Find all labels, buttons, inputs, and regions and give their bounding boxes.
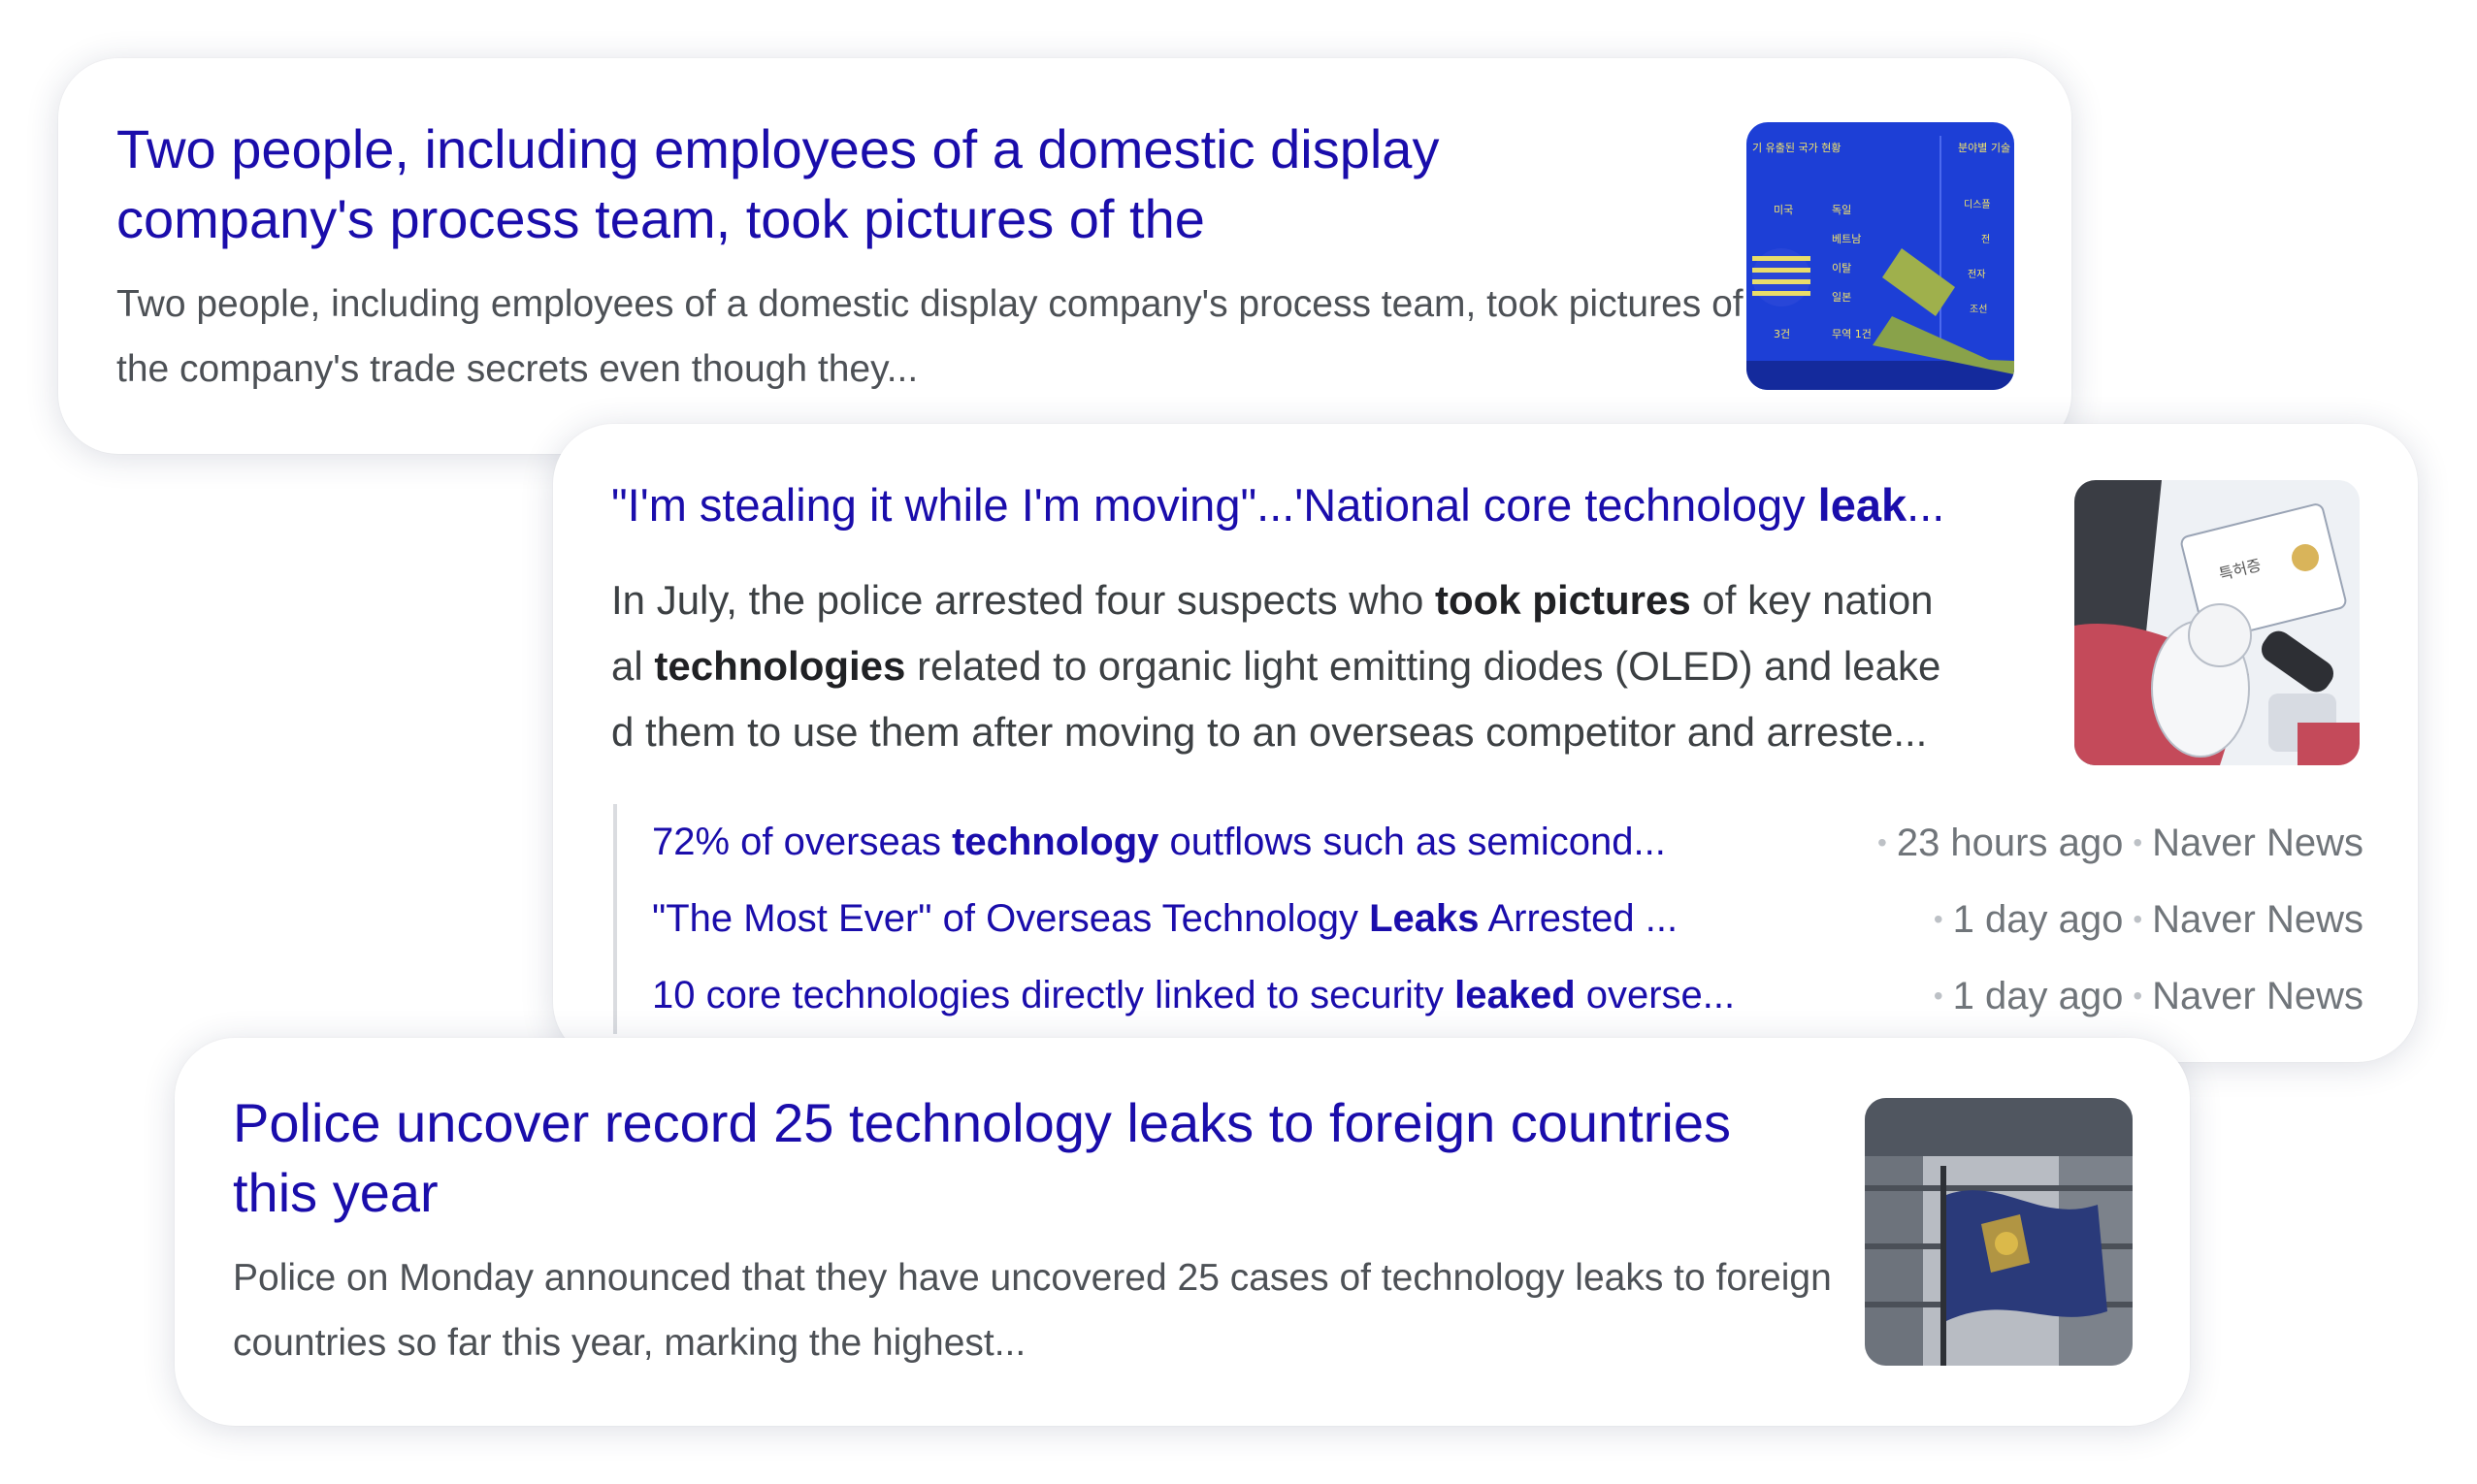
thumb-right-label: 디스플 xyxy=(1964,199,1991,210)
snippet-highlight: took pictures xyxy=(1434,577,1691,623)
title-text: ... xyxy=(1907,479,1945,531)
thumb-row-label: 3건 xyxy=(1774,328,1790,340)
story-source: Naver News xyxy=(2152,975,2363,1017)
thumb-row-label: 독일 xyxy=(1832,203,1851,216)
thumb-row-label: 일본 xyxy=(1832,290,1851,304)
result-title[interactable]: Police uncover record 25 technology leak… xyxy=(233,1088,1785,1228)
related-story[interactable]: 10 core technologies directly linked to … xyxy=(617,957,2363,1034)
result-thumbnail[interactable]: 기 유출된 국가 현황 분야별 기술 유 미국 독일 베트남 이탈 일본 3건 … xyxy=(1746,122,2014,390)
related-story-link[interactable]: "The Most Ever" of Overseas Technology L… xyxy=(652,881,1678,957)
story-source: Naver News xyxy=(2152,898,2363,941)
news-result-card[interactable]: Two people, including employees of a dom… xyxy=(58,58,2071,454)
police-flag-photo xyxy=(1865,1098,2133,1366)
story-time: 1 day ago xyxy=(1952,898,2124,941)
infographic-image: 기 유출된 국가 현황 분야별 기술 유 미국 독일 베트남 이탈 일본 3건 … xyxy=(1746,122,2014,390)
illustration-image: 특허증 xyxy=(2074,480,2360,765)
related-story[interactable]: "The Most Ever" of Overseas Technology L… xyxy=(617,881,2363,957)
result-snippet: Police on Monday announced that they hav… xyxy=(233,1257,1832,1364)
story-time: 23 hours ago xyxy=(1896,822,2124,864)
related-story-link[interactable]: 72% of overseas technology outflows such… xyxy=(652,804,1666,881)
title-highlight: leak xyxy=(1817,479,1907,531)
result-title[interactable]: "I'm stealing it while I'm moving"...'Na… xyxy=(611,478,2086,532)
result-thumbnail[interactable] xyxy=(1865,1098,2133,1366)
snippet-highlight: technologies xyxy=(654,643,906,689)
story-time: 1 day ago xyxy=(1952,975,2124,1017)
thumb-row-label: 무역 1건 xyxy=(1832,328,1872,340)
thumb-row-label: 이탈 xyxy=(1832,262,1851,274)
related-story-meta: • 1 day ago • Naver News xyxy=(1933,898,2363,941)
thumb-header-left: 기 유출된 국가 현황 xyxy=(1752,142,1841,154)
related-story-meta: • 23 hours ago • Naver News xyxy=(1877,822,2363,864)
snippet-line: d them to use them after moving to an ov… xyxy=(611,709,1928,755)
thumb-header-right: 분야별 기술 유 xyxy=(1958,142,2014,154)
thumb-right-label: 전자 xyxy=(1968,269,1985,280)
related-story[interactable]: 72% of overseas technology outflows such… xyxy=(617,804,2363,881)
news-result-card[interactable]: Police uncover record 25 technology leak… xyxy=(175,1038,2190,1426)
result-title[interactable]: Two people, including employees of a dom… xyxy=(116,114,1669,254)
result-snippet: In July, the police arrested four suspec… xyxy=(611,567,2096,765)
related-story-link[interactable]: 10 core technologies directly linked to … xyxy=(652,957,1735,1034)
result-snippet: Two people, including employees of a dom… xyxy=(116,283,1744,390)
result-thumbnail[interactable]: 특허증 xyxy=(2074,480,2360,765)
thumb-right-label: 전 xyxy=(1981,234,1990,245)
snippet-line: al technologies related to organic light… xyxy=(611,643,1941,689)
snippet-line: In July, the police arrested four suspec… xyxy=(611,577,1934,623)
thumb-row-label: 베트남 xyxy=(1832,233,1861,245)
thumb-row-label: 미국 xyxy=(1774,204,1793,216)
related-stories: 72% of overseas technology outflows such… xyxy=(613,804,2363,1034)
related-story-meta: • 1 day ago • Naver News xyxy=(1933,975,2363,1017)
story-source: Naver News xyxy=(2152,822,2363,864)
news-result-card[interactable]: "I'm stealing it while I'm moving"...'Na… xyxy=(553,424,2418,1062)
title-text: "I'm stealing it while I'm moving"...'Na… xyxy=(611,479,1818,531)
thumb-right-label: 조선 xyxy=(1970,304,1987,315)
